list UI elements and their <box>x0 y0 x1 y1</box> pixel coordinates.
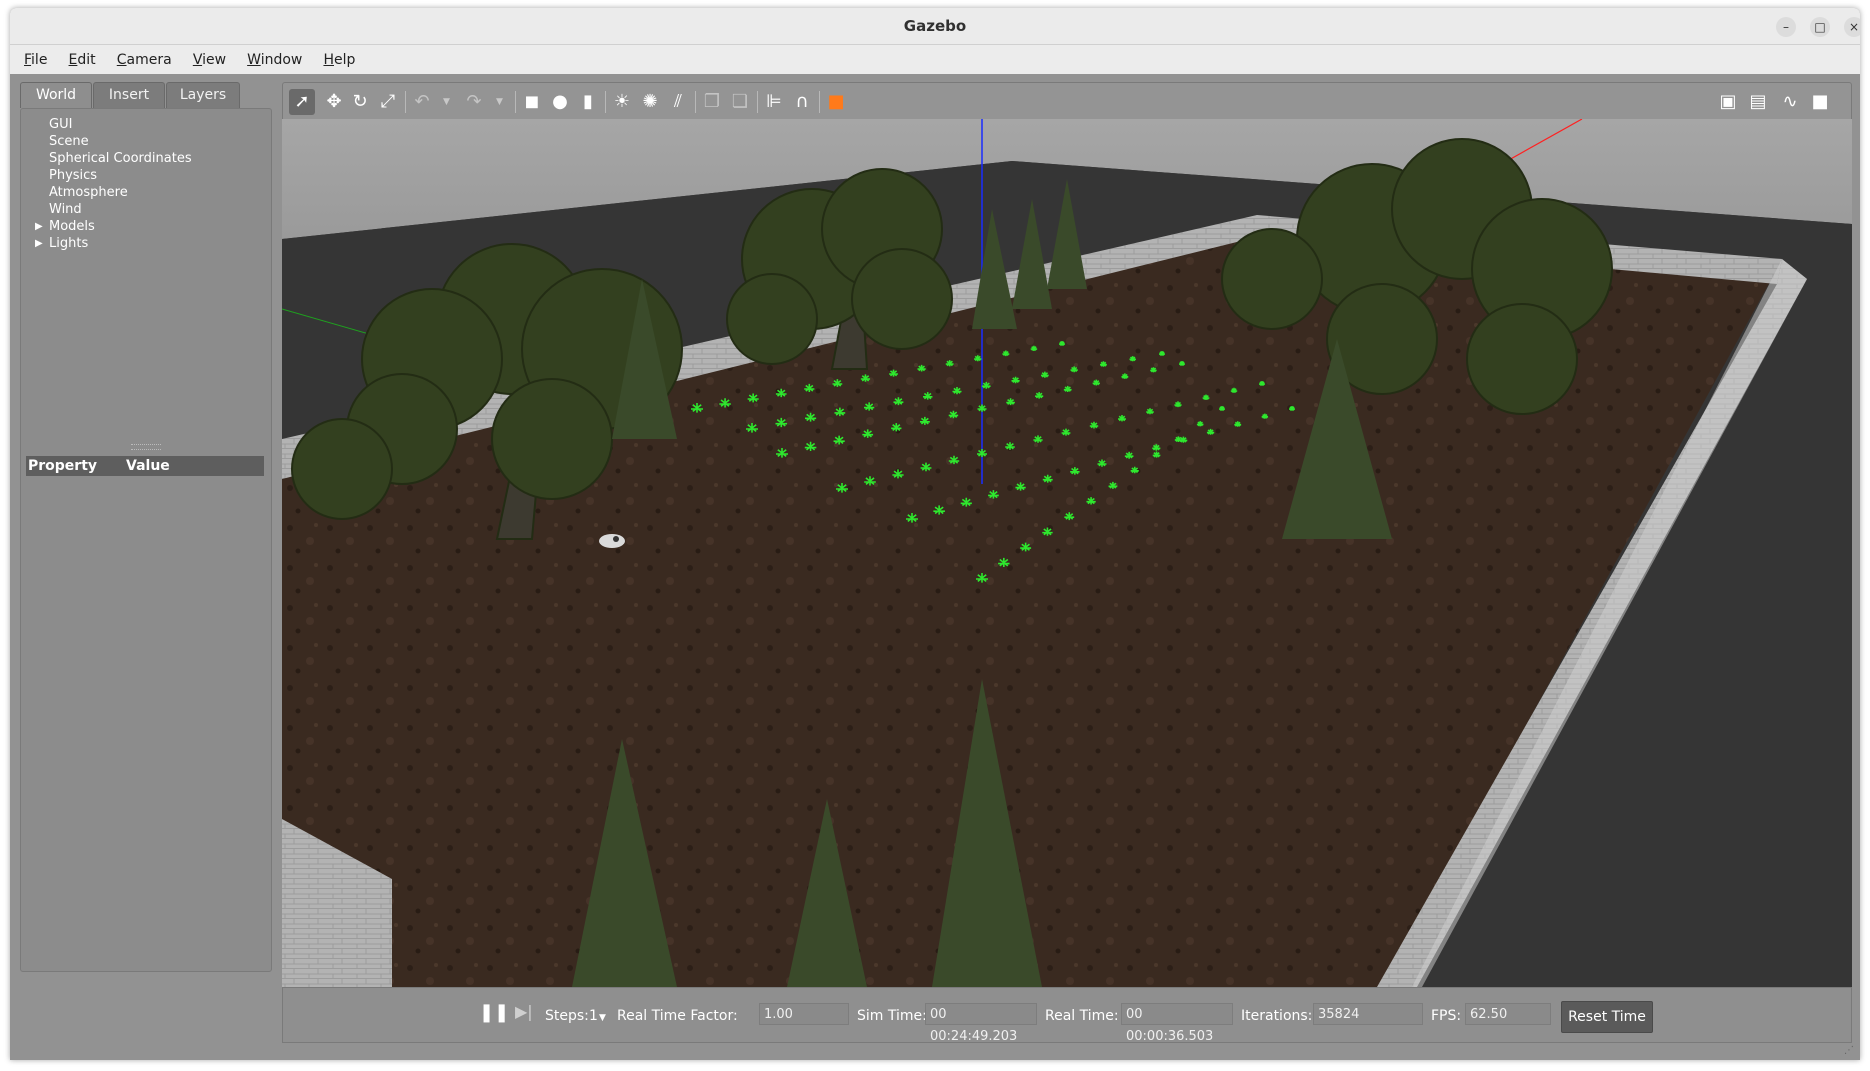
simulation-controls-bar: ❚❚ ▶| Steps: 1 ▼ Real Time Factor: 1.00 … <box>282 987 1852 1044</box>
iterations-field: 35824 <box>1313 1003 1423 1025</box>
sim-time-label: Sim Time: <box>857 1008 927 1024</box>
toolbar: ➚ ✥ ↻ ⤢ ↶ ▼ ↷ ▼ ◼ ● ▮ ☀ ✺ ⫽ ❐ ❏ ⊫ ∩ ■ ▣ … <box>282 82 1852 120</box>
close-button[interactable]: × <box>1844 17 1860 37</box>
3d-viewport[interactable] <box>282 119 1852 987</box>
box-shape-icon[interactable]: ◼ <box>519 89 545 115</box>
tree-item-gui[interactable]: GUI <box>49 117 72 132</box>
tree-item-atmosphere[interactable]: Atmosphere <box>49 185 128 200</box>
tree-item-spherical-coordinates[interactable]: Spherical Coordinates <box>49 151 192 166</box>
gazebo-window: Gazebo – □ × File Edit Camera View Windo… <box>10 8 1860 1060</box>
tab-layers[interactable]: Layers <box>166 82 240 108</box>
steps-dropdown-icon[interactable]: ▼ <box>599 1013 606 1023</box>
view-angle-icon[interactable]: ■ <box>823 89 849 115</box>
paste-icon[interactable]: ❏ <box>727 89 753 115</box>
panel-splitter-handle[interactable] <box>131 444 161 450</box>
spot-light-icon[interactable]: ✺ <box>637 89 663 115</box>
iterations-label: Iterations: <box>1241 1008 1313 1024</box>
title-bar: Gazebo – □ × <box>10 8 1860 45</box>
snap-icon[interactable]: ∩ <box>789 89 815 115</box>
scene-render[interactable] <box>282 119 1852 987</box>
redo-icon[interactable]: ↷ <box>461 89 487 115</box>
expand-arrow-icon[interactable]: ▶ <box>35 221 43 232</box>
point-light-icon[interactable]: ☀ <box>609 89 635 115</box>
tree-item-physics[interactable]: Physics <box>49 168 97 183</box>
menu-edit[interactable]: Edit <box>67 52 98 68</box>
select-mode-icon[interactable]: ➚ <box>289 89 315 115</box>
directional-light-icon[interactable]: ⫽ <box>665 89 691 115</box>
tree-item-models[interactable]: Models <box>49 219 95 234</box>
sphere-shape-icon[interactable]: ● <box>547 89 573 115</box>
undo-dropdown-icon[interactable]: ▼ <box>443 89 450 115</box>
fps-label: FPS: <box>1431 1008 1462 1024</box>
minimize-button[interactable]: – <box>1776 17 1796 37</box>
menu-bar: File Edit Camera View Window Help <box>10 45 1860 74</box>
tree-item-lights[interactable]: Lights <box>49 236 88 251</box>
plot-icon[interactable]: ∿ <box>1777 89 1803 115</box>
tab-world[interactable]: World <box>20 82 92 108</box>
align-icon[interactable]: ⊫ <box>761 89 787 115</box>
window-title: Gazebo <box>903 17 967 35</box>
world-tree-panel: GUI Scene Spherical Coordinates Physics … <box>20 108 272 972</box>
translate-mode-icon[interactable]: ✥ <box>321 89 347 115</box>
steps-label: Steps: <box>545 1008 589 1024</box>
pause-icon[interactable]: ❚❚ <box>479 1002 509 1023</box>
reset-time-button[interactable]: Reset Time <box>1561 1001 1653 1033</box>
tree-item-scene[interactable]: Scene <box>49 134 89 149</box>
rotate-mode-icon[interactable]: ↻ <box>347 89 373 115</box>
menu-camera[interactable]: Camera <box>115 52 174 68</box>
tab-insert[interactable]: Insert <box>93 82 165 108</box>
copy-icon[interactable]: ❐ <box>699 89 725 115</box>
step-icon[interactable]: ▶| <box>515 1002 533 1021</box>
property-column-header: Property <box>28 458 98 474</box>
cylinder-shape-icon[interactable]: ▮ <box>575 89 601 115</box>
screenshot-icon[interactable]: ▣ <box>1715 89 1741 115</box>
real-time-label: Real Time: <box>1045 1008 1119 1024</box>
fps-field: 62.50 <box>1465 1003 1551 1025</box>
expand-arrow-icon[interactable]: ▶ <box>35 238 43 249</box>
property-table-header: Property Value <box>26 456 264 476</box>
maximize-button[interactable]: □ <box>1810 17 1830 37</box>
steps-value[interactable]: 1 <box>589 1008 598 1024</box>
rtf-label: Real Time Factor: <box>617 1008 738 1024</box>
menu-view[interactable]: View <box>191 52 228 68</box>
scale-mode-icon[interactable]: ⤢ <box>375 89 401 115</box>
record-video-icon[interactable]: ■ <box>1807 89 1833 115</box>
menu-file[interactable]: File <box>22 52 49 68</box>
robot-model[interactable] <box>599 534 625 548</box>
undo-icon[interactable]: ↶ <box>409 89 435 115</box>
left-panel: World Insert Layers GUI Scene Spherical … <box>20 82 272 1042</box>
value-column-header: Value <box>126 458 170 474</box>
menu-help[interactable]: Help <box>321 52 357 68</box>
tree-item-wind[interactable]: Wind <box>49 202 82 217</box>
log-icon[interactable]: ▤ <box>1745 89 1771 115</box>
sim-time-field: 00 00:24:49.203 <box>925 1003 1037 1044</box>
real-time-field: 00 00:00:36.503 <box>1121 1003 1233 1044</box>
resize-grip-icon[interactable]: ⋰ <box>1844 1045 1854 1056</box>
menu-window[interactable]: Window <box>245 52 304 68</box>
rtf-field: 1.00 <box>759 1003 849 1025</box>
redo-dropdown-icon[interactable]: ▼ <box>496 89 503 115</box>
